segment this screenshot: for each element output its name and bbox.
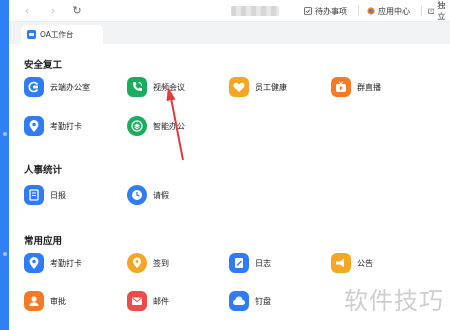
cloud-drive-icon bbox=[229, 291, 249, 311]
app-label: 考勤打卡 bbox=[50, 258, 82, 268]
live-icon bbox=[331, 77, 351, 97]
app-label: 审批 bbox=[50, 296, 66, 306]
app-center-button[interactable]: 应用中心 bbox=[367, 5, 410, 17]
announcement-icon bbox=[331, 253, 351, 273]
app-leave-request[interactable]: 请假 bbox=[127, 185, 169, 205]
app-label: 考勤打卡 bbox=[50, 121, 82, 131]
app-label: 公告 bbox=[357, 258, 373, 268]
todo-label: 待办事项 bbox=[315, 6, 347, 16]
smart-office-icon bbox=[127, 116, 147, 136]
app-attendance-punch[interactable]: 考勤打卡 bbox=[24, 253, 82, 273]
approval-icon bbox=[24, 291, 44, 311]
app-cloud-drive[interactable]: 钉盘 bbox=[229, 291, 271, 311]
app-log[interactable]: 日志 bbox=[229, 253, 271, 273]
app-video-meeting[interactable]: 视频会议 bbox=[127, 77, 185, 97]
app-mail[interactable]: 邮件 bbox=[127, 291, 169, 311]
back-icon[interactable]: ‹ bbox=[21, 5, 33, 17]
app-label: 视频会议 bbox=[153, 82, 185, 92]
app-label: 智能办公 bbox=[153, 121, 185, 131]
app-attendance-punch[interactable]: 考勤打卡 bbox=[24, 116, 82, 136]
app-label: 邮件 bbox=[153, 296, 169, 306]
cloud-office-icon bbox=[24, 77, 44, 97]
sidebar-indicator bbox=[3, 132, 7, 136]
standalone-window-label: 独立 bbox=[437, 1, 446, 21]
app-label: 云端办公室 bbox=[50, 82, 90, 92]
oa-icon bbox=[27, 30, 36, 39]
app-label: 日志 bbox=[255, 258, 271, 268]
todo-button[interactable]: 待办事项 bbox=[304, 5, 347, 17]
mail-icon bbox=[127, 291, 147, 311]
app-employee-health[interactable]: 员工健康 bbox=[229, 77, 287, 97]
app-label: 群直播 bbox=[357, 82, 381, 92]
app-group-live[interactable]: 群直播 bbox=[331, 77, 381, 97]
todo-icon bbox=[304, 7, 312, 15]
location-icon bbox=[24, 253, 44, 273]
daily-report-icon bbox=[24, 185, 44, 205]
sidebar-indicator bbox=[3, 252, 7, 256]
app-announcement[interactable]: 公告 bbox=[331, 253, 373, 273]
app-label: 员工健康 bbox=[255, 82, 287, 92]
top-toolbar: ‹ › ↻ 待办事项 应用中心 独立 bbox=[9, 0, 450, 22]
log-icon bbox=[229, 253, 249, 273]
tab-label: OA工作台 bbox=[40, 30, 74, 39]
app-approval[interactable]: 审批 bbox=[24, 291, 66, 311]
divider bbox=[421, 6, 422, 16]
forward-icon[interactable]: › bbox=[47, 5, 59, 17]
app-label: 签到 bbox=[153, 258, 169, 268]
app-cloud-office[interactable]: 云端办公室 bbox=[24, 77, 90, 97]
app-center-label: 应用中心 bbox=[378, 6, 410, 16]
blurred-window-title bbox=[231, 6, 279, 16]
checkin-icon bbox=[127, 253, 147, 273]
app-label: 钉盘 bbox=[255, 296, 271, 306]
tab-bar: OA工作台 bbox=[9, 22, 450, 44]
heart-icon bbox=[229, 77, 249, 97]
tab-oa-workbench[interactable]: OA工作台 bbox=[21, 25, 103, 44]
section-title-safe-return: 安全复工 bbox=[24, 60, 63, 71]
section-title-hr-stats: 人事统计 bbox=[24, 165, 63, 176]
app-label: 请假 bbox=[153, 190, 169, 200]
location-icon bbox=[24, 116, 44, 136]
app-center-icon bbox=[367, 7, 375, 15]
video-meeting-icon bbox=[127, 77, 147, 97]
section-title-common-apps: 常用应用 bbox=[24, 236, 63, 247]
app-daily-report[interactable]: 日报 bbox=[24, 185, 66, 205]
watermark: 软件技巧 bbox=[344, 287, 444, 315]
app-check-in[interactable]: 签到 bbox=[127, 253, 169, 273]
app-smart-office[interactable]: 智能办公 bbox=[127, 116, 185, 136]
refresh-icon[interactable]: ↻ bbox=[71, 5, 83, 17]
standalone-window-button[interactable]: 独立 bbox=[428, 1, 450, 21]
divider bbox=[358, 6, 359, 16]
app-label: 日报 bbox=[50, 190, 66, 200]
window-icon bbox=[428, 8, 435, 14]
clock-icon bbox=[127, 185, 147, 205]
left-sidebar-strip bbox=[0, 0, 9, 330]
